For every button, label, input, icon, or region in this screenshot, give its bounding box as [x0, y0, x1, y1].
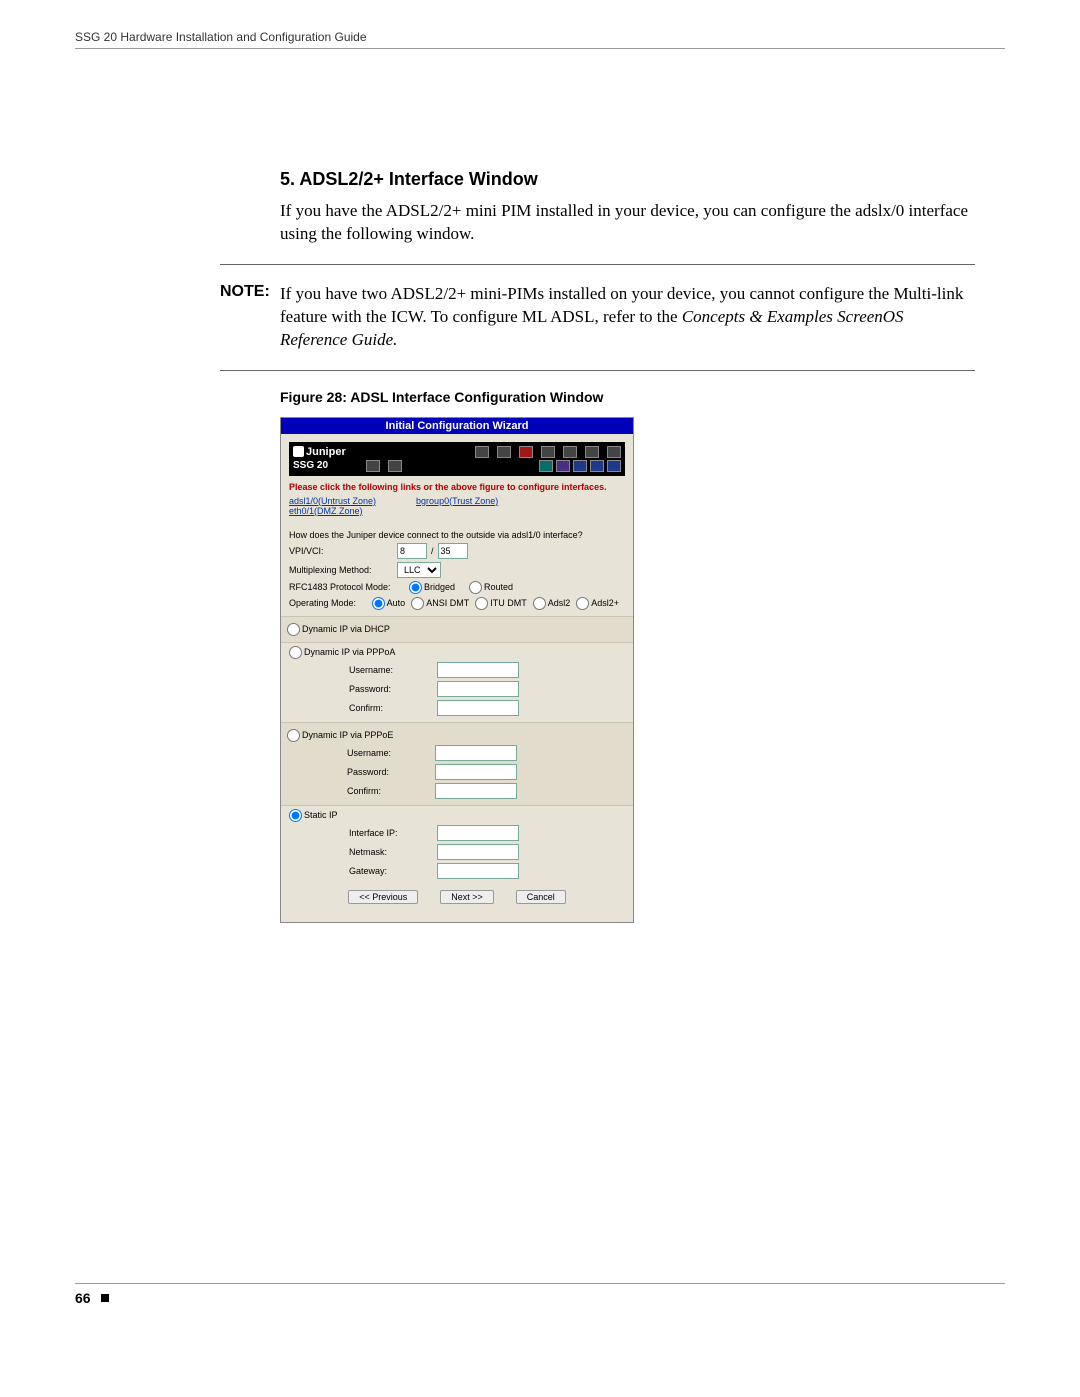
opmode-label: Operating Mode: — [289, 598, 372, 608]
static-ifaceip-input[interactable] — [437, 825, 519, 841]
port-icon — [585, 446, 599, 458]
pppoe-username-label: Username: — [347, 748, 435, 758]
divider — [220, 370, 975, 371]
rfc-routed-label: Routed — [484, 582, 513, 592]
port-icon — [607, 460, 621, 472]
page-number: 66 — [75, 1290, 91, 1306]
link-adsl-untrust[interactable]: adsl1/0(Untrust Zone) — [289, 496, 376, 506]
brand-logo: Juniper — [293, 446, 346, 458]
static-netmask-label: Netmask: — [349, 847, 437, 857]
pppoe-confirm-input[interactable] — [435, 783, 517, 799]
port-icon — [573, 460, 587, 472]
previous-button[interactable]: << Previous — [348, 890, 418, 904]
op-adsl2p-radio[interactable] — [576, 597, 589, 610]
pppoe-password-input[interactable] — [435, 764, 517, 780]
port-icon — [519, 446, 533, 458]
footer-square-icon — [101, 1294, 109, 1302]
vpi-sep: / — [431, 546, 434, 556]
port-icon — [475, 446, 489, 458]
rfc-bridged-label: Bridged — [424, 582, 455, 592]
pppoe-username-input[interactable] — [435, 745, 517, 761]
ip-dhcp-label: Dynamic IP via DHCP — [302, 624, 390, 634]
ip-dhcp-radio[interactable] — [287, 623, 300, 636]
static-gateway-label: Gateway: — [349, 866, 437, 876]
op-auto-radio[interactable] — [372, 597, 385, 610]
wizard-title: Initial Configuration Wizard — [281, 418, 633, 434]
device-name: SSG 20 — [293, 460, 328, 471]
pppoe-password-label: Password: — [347, 767, 435, 777]
port-icon — [541, 446, 555, 458]
divider — [220, 264, 975, 265]
pppoa-confirm-input[interactable] — [437, 700, 519, 716]
rfc-label: RFC1483 Protocol Mode: — [289, 582, 409, 592]
op-adsl2-radio[interactable] — [533, 597, 546, 610]
ip-static-label: Static IP — [304, 810, 338, 820]
ip-static-radio[interactable] — [289, 809, 302, 822]
mux-select[interactable]: LLC — [397, 562, 441, 578]
wizard-window: Initial Configuration Wizard Juniper — [280, 417, 634, 923]
instruction-text: Please click the following links or the … — [289, 482, 625, 492]
op-itu-radio[interactable] — [475, 597, 488, 610]
connect-question: How does the Juniper device connect to t… — [289, 530, 625, 540]
rfc-routed-radio[interactable] — [469, 581, 482, 594]
port-icon — [497, 446, 511, 458]
static-ifaceip-label: Interface IP: — [349, 828, 437, 838]
ip-pppoe-label: Dynamic IP via PPPoE — [302, 730, 393, 740]
pppoa-username-input[interactable] — [437, 662, 519, 678]
running-header: SSG 20 Hardware Installation and Configu… — [75, 30, 1005, 49]
pppoa-password-label: Password: — [349, 684, 437, 694]
vpi-label: VPI/VCI: — [289, 546, 397, 556]
section-title: 5. ADSL2/2+ Interface Window — [280, 169, 975, 190]
static-netmask-input[interactable] — [437, 844, 519, 860]
ip-pppoa-label: Dynamic IP via PPPoA — [304, 647, 395, 657]
port-icon — [388, 460, 402, 472]
note-block: NOTE: If you have two ADSL2/2+ mini-PIMs… — [220, 283, 975, 352]
vpi-input[interactable] — [397, 543, 427, 559]
pppoa-username-label: Username: — [349, 665, 437, 675]
port-icon — [607, 446, 621, 458]
pppoa-confirm-label: Confirm: — [349, 703, 437, 713]
next-button[interactable]: Next >> — [440, 890, 494, 904]
vci-input[interactable] — [438, 543, 468, 559]
port-icon — [556, 460, 570, 472]
ip-pppoa-radio[interactable] — [289, 646, 302, 659]
note-body: If you have two ADSL2/2+ mini-PIMs insta… — [280, 283, 975, 352]
port-icon — [539, 460, 553, 472]
op-ansi-radio[interactable] — [411, 597, 424, 610]
juniper-icon — [293, 446, 304, 457]
link-eth-dmz[interactable]: eth0/1(DMZ Zone) — [289, 506, 363, 516]
device-bar: Juniper SSG 20 — [289, 442, 625, 476]
figure-caption: Figure 28: ADSL Interface Configuration … — [280, 389, 975, 405]
pppoe-confirm-label: Confirm: — [347, 786, 435, 796]
note-label: NOTE: — [220, 283, 280, 301]
ip-pppoe-radio[interactable] — [287, 729, 300, 742]
rfc-bridged-radio[interactable] — [409, 581, 422, 594]
brand-text: Juniper — [306, 446, 346, 458]
section-paragraph: If you have the ADSL2/2+ mini PIM instal… — [280, 200, 975, 246]
static-gateway-input[interactable] — [437, 863, 519, 879]
port-icon — [366, 460, 380, 472]
port-icon — [590, 460, 604, 472]
port-icon — [563, 446, 577, 458]
pppoa-password-input[interactable] — [437, 681, 519, 697]
cancel-button[interactable]: Cancel — [516, 890, 566, 904]
page-footer: 66 — [75, 1283, 1005, 1306]
link-bgroup-trust[interactable]: bgroup0(Trust Zone) — [416, 496, 498, 506]
mux-label: Multiplexing Method: — [289, 565, 397, 575]
